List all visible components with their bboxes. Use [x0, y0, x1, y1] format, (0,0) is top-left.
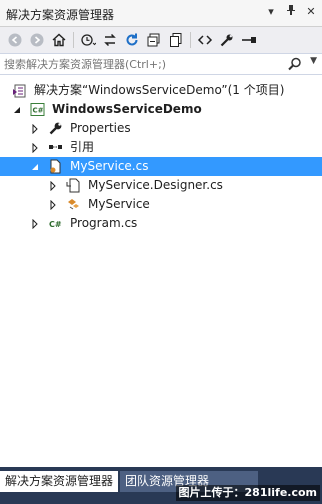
refresh-icon[interactable]: [121, 29, 143, 51]
dropdown-icon[interactable]: ▾: [264, 4, 278, 20]
csharp-project-icon: C#: [30, 102, 45, 117]
toolbar-separator: [73, 32, 74, 48]
solution-label: 解决方案“WindowsServiceDemo”(1 个项目): [34, 83, 285, 97]
collapsed-arrow-icon[interactable]: [48, 180, 58, 192]
solution-icon: [12, 83, 27, 98]
forward-icon[interactable]: [26, 29, 48, 51]
toolbar-separator: [190, 32, 191, 48]
chevron-down-icon[interactable]: ▼: [310, 56, 317, 66]
service-file-icon: [48, 159, 63, 174]
tree-item-program[interactable]: C# Program.cs: [0, 214, 322, 233]
home-icon[interactable]: [48, 29, 70, 51]
tree-item-project[interactable]: C# WindowsServiceDemo: [0, 100, 322, 119]
project-label: WindowsServiceDemo: [52, 102, 202, 116]
bottom-tab-strip: 解决方案资源管理器 团队资源管理器 图片上传于：281life.com: [0, 467, 322, 504]
toolbar: [0, 27, 322, 53]
view-code-icon[interactable]: [194, 29, 216, 51]
myservice-label: MyService: [88, 197, 150, 211]
window-controls: ▾ ✕: [264, 4, 318, 20]
csharp-file-icon: C#: [48, 216, 63, 231]
properties-label: Properties: [70, 121, 131, 135]
collapsed-arrow-icon[interactable]: [30, 218, 40, 230]
search-input[interactable]: [4, 55, 274, 73]
tree-item-references[interactable]: 引用: [0, 138, 322, 157]
back-icon[interactable]: [4, 29, 26, 51]
references-icon: [48, 140, 63, 155]
program-label: Program.cs: [70, 216, 138, 230]
close-icon[interactable]: ✕: [304, 4, 318, 20]
designer-label: MyService.Designer.cs: [88, 178, 223, 192]
collapsed-arrow-icon[interactable]: [30, 142, 40, 154]
search-box: ▼: [0, 53, 322, 75]
expanded-arrow-icon[interactable]: [12, 104, 22, 114]
tree-item-designer[interactable]: MyService.Designer.cs: [0, 176, 322, 195]
designer-file-icon: [66, 178, 81, 193]
tree-item-myservice[interactable]: MyService: [0, 195, 322, 214]
svg-text:C#: C#: [33, 107, 44, 115]
solution-tree: 解决方案“WindowsServiceDemo”(1 个项目) C# Windo…: [0, 75, 322, 467]
collapsed-arrow-icon[interactable]: [48, 199, 58, 211]
sync-icon[interactable]: [99, 29, 121, 51]
collapse-all-icon[interactable]: [143, 29, 165, 51]
references-label: 引用: [70, 140, 95, 154]
myservice-cs-label: MyService.cs: [70, 159, 149, 173]
search-icon[interactable]: [288, 57, 302, 74]
watermark: 图片上传于：281life.com: [175, 485, 320, 501]
pin-icon[interactable]: [284, 4, 298, 20]
tree-item-properties[interactable]: Properties: [0, 119, 322, 138]
wrench-icon: [48, 121, 63, 136]
tree-item-myservice-cs[interactable]: MyService.cs: [0, 157, 322, 176]
history-icon[interactable]: [77, 29, 99, 51]
tree-item-solution[interactable]: 解决方案“WindowsServiceDemo”(1 个项目): [0, 81, 322, 100]
svg-text:C#: C#: [49, 220, 62, 229]
window-title: 解决方案资源管理器: [6, 8, 115, 22]
show-all-files-icon[interactable]: [165, 29, 187, 51]
class-icon: [66, 197, 81, 212]
expanded-arrow-icon[interactable]: [30, 161, 40, 171]
preview-icon[interactable]: [238, 29, 260, 51]
window-titlebar: 解决方案资源管理器 ▾ ✕: [0, 0, 322, 27]
collapsed-arrow-icon[interactable]: [30, 123, 40, 135]
properties-icon[interactable]: [216, 29, 238, 51]
tab-solution-explorer[interactable]: 解决方案资源管理器: [0, 471, 118, 492]
